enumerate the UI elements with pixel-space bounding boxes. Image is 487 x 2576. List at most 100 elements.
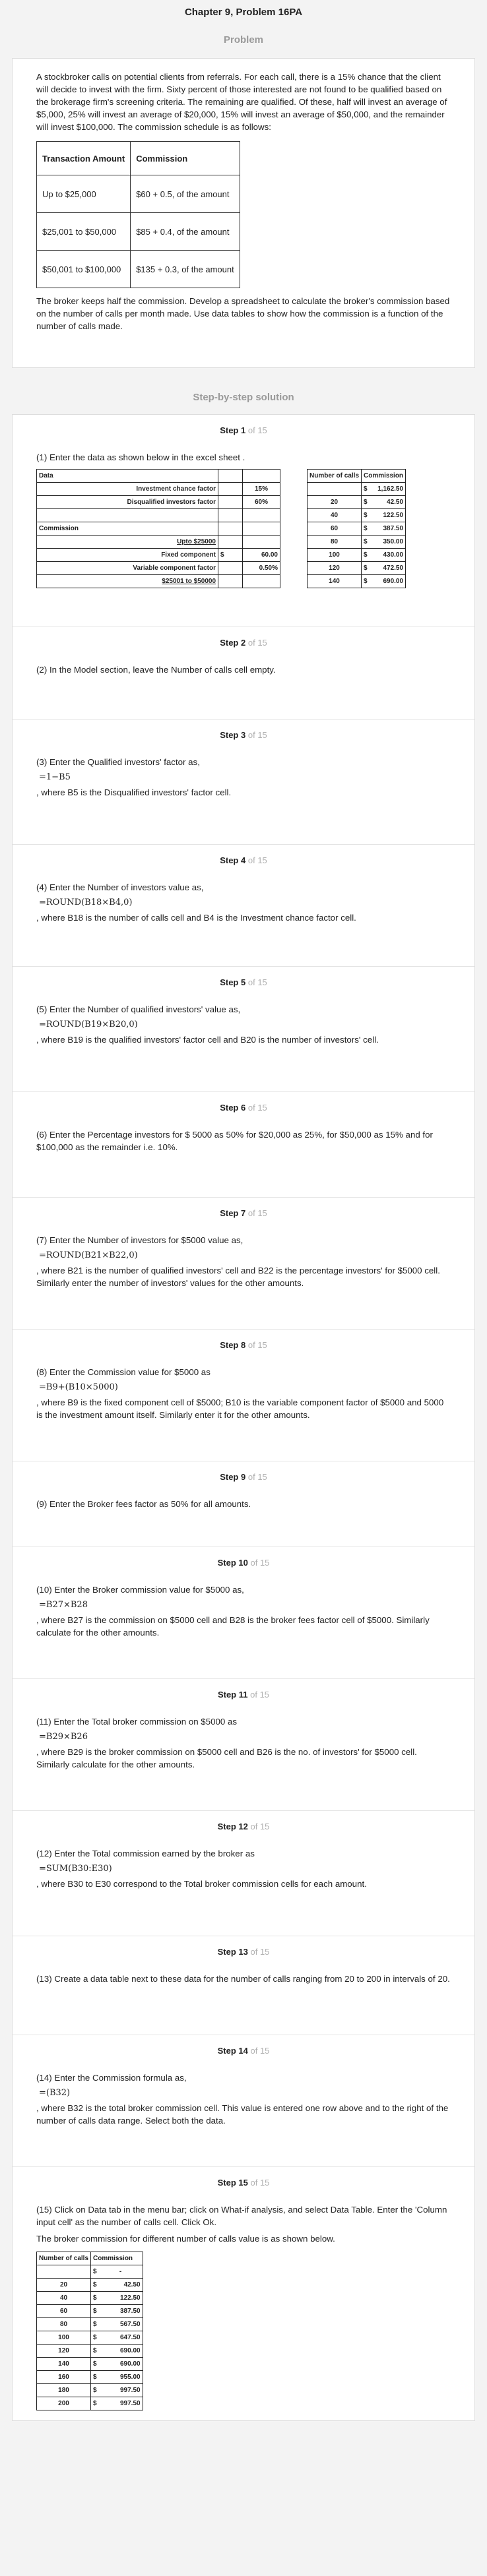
table-cell: Number of calls — [36, 2252, 92, 2265]
table-cell: Number of calls — [306, 469, 362, 483]
step-note: , where B29 is the broker commission on … — [36, 1747, 417, 1769]
table-row: 180 $997.50 — [36, 2383, 143, 2397]
table-row: Up to $25,000 $60 + 0.5, of the amount — [36, 175, 240, 213]
step-note: The broker commission for different numb… — [36, 2234, 335, 2244]
step-heading: Step 15 of 15 — [217, 2178, 270, 2188]
step-formula: =SUM(B30:E30) — [39, 1864, 112, 1874]
data-table: Data Investment chance factor 15% Disqual… — [36, 469, 280, 588]
table-cell: Upto $25000 — [36, 535, 218, 549]
step-formula: =1−B5 — [39, 772, 71, 782]
step-note: , where B21 is the number of qualified i… — [36, 1266, 440, 1288]
step-7: Step 7 of 15 (7) Enter the Number of inv… — [13, 1198, 474, 1330]
table-cell: Disqualified investors factor — [36, 495, 218, 509]
table-row: $25,001 to $50,000 $85 + 0.4, of the amo… — [36, 212, 240, 251]
problem-outro: The broker keeps half the commission. De… — [36, 296, 450, 331]
table-cell: $135 + 0.3, of the amount — [130, 250, 240, 288]
table-cell: Up to $25,000 — [36, 175, 131, 213]
step-note: , where B19 is the qualified investors' … — [36, 1035, 379, 1045]
table-cell: 15% — [242, 482, 280, 496]
table-row: 140 $690.00 — [36, 2357, 143, 2371]
table-header: Transaction Amount — [36, 141, 131, 175]
table-cell: 60.00 — [242, 548, 280, 562]
step-5: Step 5 of 15 (5) Enter the Number of qua… — [13, 967, 474, 1092]
table-row: 20 $42.50 — [306, 495, 406, 509]
table-row: 20 $42.50 — [36, 2278, 143, 2292]
table-row: $1,162.50 — [306, 482, 406, 496]
step-2: Step 2 of 15 (2) In the Model section, l… — [13, 627, 474, 720]
step-text: (13) Create a data table next to these d… — [36, 1974, 450, 1984]
steps-card: Step 1 of 15 (1) Enter the data as shown… — [12, 414, 475, 2421]
step-text: (10) Enter the Broker commission value f… — [36, 1585, 244, 1595]
solution-page: Chapter 9, Problem 16PA Problem A stockb… — [0, 0, 487, 2421]
results-table: Number of calls Commission $ - 20 $42.50 40… — [36, 2252, 143, 2410]
step-text: (7) Enter the Number of investors for $5… — [36, 1235, 244, 1245]
chapter-title: Chapter 9, Problem 16PA — [184, 7, 303, 18]
step-text: (14) Enter the Commission formula as, — [36, 2073, 187, 2083]
step-heading: Step 14 of 15 — [217, 2046, 270, 2056]
step-formula: =B27×B28 — [39, 1600, 88, 1610]
step-heading: Step 11 of 15 — [217, 1690, 270, 1700]
step-9: Step 9 of 15 (9) Enter the Broker fees f… — [13, 1461, 474, 1547]
table-row: 60 $387.50 — [36, 2304, 143, 2318]
table-row: 100 $430.00 — [306, 548, 406, 562]
step-text: (1) Enter the data as shown below in the… — [36, 452, 245, 462]
step-text: (4) Enter the Number of investors value … — [36, 882, 204, 892]
step-text: (3) Enter the Qualified investors' facto… — [36, 757, 200, 767]
problem-intro: A stockbroker calls on potential clients… — [36, 72, 447, 132]
table-row: 100 $647.50 — [36, 2331, 143, 2345]
table-header: Commission — [130, 141, 240, 175]
step-heading: Step 9 of 15 — [220, 1472, 267, 1482]
table-cell: 0.50% — [242, 561, 280, 575]
calls-table: Number of calls Commission $1,162.50 20 $4… — [306, 469, 406, 588]
step-14: Step 14 of 15 (14) Enter the Commission … — [13, 2035, 474, 2167]
table-row: 80 $350.00 — [306, 535, 406, 549]
table-cell: $50,001 to $100,000 — [36, 250, 131, 288]
step-note: , where B30 to E30 correspond to the Tot… — [36, 1879, 367, 1889]
step-note: , where B32 is the total broker commissi… — [36, 2103, 449, 2126]
table-row: 200 $997.50 — [36, 2397, 143, 2410]
step-11: Step 11 of 15 (11) Enter the Total broke… — [13, 1679, 474, 1811]
table-row: 120 $690.00 — [36, 2344, 143, 2358]
table-row: $ - — [36, 2265, 143, 2279]
table-cell: Investment chance factor — [36, 482, 218, 496]
step-formula: =ROUND(B19×B20,0) — [39, 1020, 138, 1029]
step-1: Step 1 of 15 (1) Enter the data as shown… — [13, 415, 474, 627]
step-heading: Step 13 of 15 — [217, 1947, 270, 1957]
step-text: (2) In the Model section, leave the Numb… — [36, 665, 276, 675]
step-text: (11) Enter the Total broker commission o… — [36, 1717, 238, 1727]
step-text: (8) Enter the Commission value for $5000… — [36, 1367, 211, 1377]
step-heading: Step 2 of 15 — [220, 638, 267, 648]
step-13: Step 13 of 15 (13) Create a data table n… — [13, 1936, 474, 2035]
table-row: 40 $122.50 — [306, 508, 406, 522]
step-heading: Step 7 of 15 — [220, 1208, 267, 1218]
table-cell: $ — [218, 548, 243, 562]
step-formula: =(B32) — [39, 2088, 71, 2098]
table-cell: Commission — [36, 522, 218, 536]
step-heading: Step 6 of 15 — [220, 1103, 267, 1113]
step-8: Step 8 of 15 (8) Enter the Commission va… — [13, 1330, 474, 1461]
step-heading: Step 3 of 15 — [220, 730, 267, 740]
step-formula: =ROUND(B21×B22,0) — [39, 1250, 138, 1260]
table-row: 60 $387.50 — [306, 522, 406, 536]
excel-sheet-1: Data Investment chance factor 15% Disqual… — [36, 469, 451, 588]
table-row: 40 $122.50 — [36, 2291, 143, 2305]
table-row: 160 $955.00 — [36, 2370, 143, 2384]
step-note: , where B18 is the number of calls cell … — [36, 913, 356, 923]
table-cell: $25,001 to $50,000 — [36, 212, 131, 251]
table-row: 140 $690.00 — [306, 574, 406, 588]
step-4: Step 4 of 15 (4) Enter the Number of inv… — [13, 845, 474, 967]
table-cell: $25001 to $50000 — [36, 574, 218, 588]
table-cell: Data — [36, 469, 218, 483]
step-6: Step 6 of 15 (6) Enter the Percentage in… — [13, 1092, 474, 1198]
step-text: (9) Enter the Broker fees factor as 50% … — [36, 1499, 251, 1509]
step-note: , where B9 is the fixed component cell o… — [36, 1397, 444, 1420]
table-cell: Commission — [90, 2252, 143, 2265]
commission-schedule-table: Transaction Amount Commission Up to $25,… — [36, 141, 240, 288]
table-row: 120 $472.50 — [306, 561, 406, 575]
step-heading: Step 4 of 15 — [220, 855, 267, 865]
table-cell: Commission — [361, 469, 406, 483]
step-note: , where B5 is the Disqualified investors… — [36, 787, 232, 797]
table-row: $50,001 to $100,000 $135 + 0.3, of the a… — [36, 250, 240, 288]
step-formula: =B9+(B10×5000) — [39, 1382, 118, 1392]
table-cell: $85 + 0.4, of the amount — [130, 212, 240, 251]
